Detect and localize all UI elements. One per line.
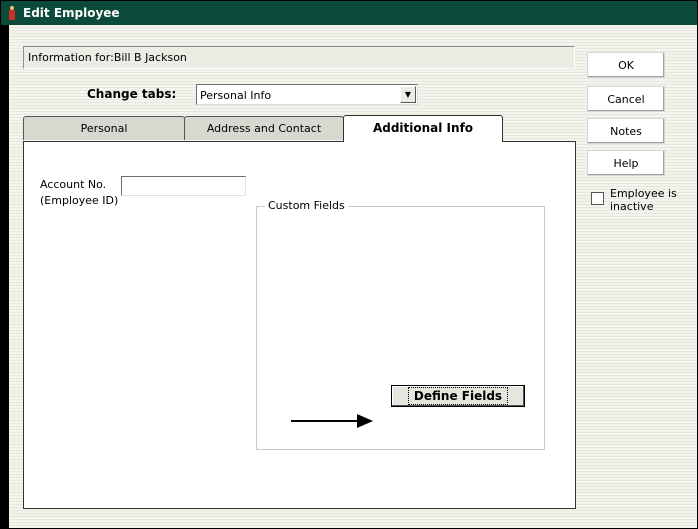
change-tabs-value: Personal Info [200, 89, 272, 102]
tab-additional-info-label: Additional Info [372, 121, 474, 135]
ok-label: OK [618, 58, 634, 72]
notes-label: Notes [610, 124, 642, 138]
tab-additional-info[interactable]: Additional Info [343, 115, 503, 142]
cancel-button[interactable]: Cancel [587, 86, 665, 112]
tab-personal-label: Personal [80, 122, 128, 135]
tab-personal[interactable]: Personal [23, 116, 185, 140]
notes-button[interactable]: Notes [587, 118, 665, 144]
window-title: Edit Employee [23, 6, 120, 20]
change-tabs-label: Change tabs: [87, 87, 177, 101]
help-button[interactable]: Help [587, 150, 665, 176]
title-bar: Edit Employee [1, 1, 697, 25]
employee-inactive-checkbox[interactable] [591, 192, 604, 205]
info-bar: Information for:Bill B Jackson [23, 46, 575, 69]
edit-employee-window: Edit Employee Information for:Bill B Jac… [0, 0, 698, 529]
tab-address-and-contact[interactable]: Address and Contact [184, 116, 344, 140]
info-label: Information for: [28, 51, 114, 64]
help-label: Help [613, 156, 639, 170]
account-no-label: Account No. [40, 178, 107, 191]
tab-address-and-contact-label: Address and Contact [206, 122, 322, 135]
ok-button[interactable]: OK [587, 52, 665, 78]
employee-inactive-label: Employee is inactive [610, 187, 677, 213]
change-tabs-select[interactable]: Personal Info ▼ [196, 84, 418, 105]
custom-fields-legend: Custom Fields [265, 199, 348, 212]
dropdown-arrow-icon[interactable]: ▼ [400, 86, 416, 103]
define-fields-label: Define Fields [407, 387, 509, 405]
account-no-input[interactable] [121, 176, 246, 196]
window-left-edge [1, 25, 9, 529]
employee-name: Bill B Jackson [113, 51, 187, 64]
employee-id-label: (Employee ID) [40, 194, 119, 207]
arrow-pointer-icon [291, 414, 373, 428]
define-fields-button[interactable]: Define Fields [391, 385, 525, 407]
app-icon [5, 5, 19, 21]
additional-info-panel: Account No. (Employee ID) Custom Fields … [23, 141, 576, 509]
cancel-label: Cancel [607, 92, 645, 106]
